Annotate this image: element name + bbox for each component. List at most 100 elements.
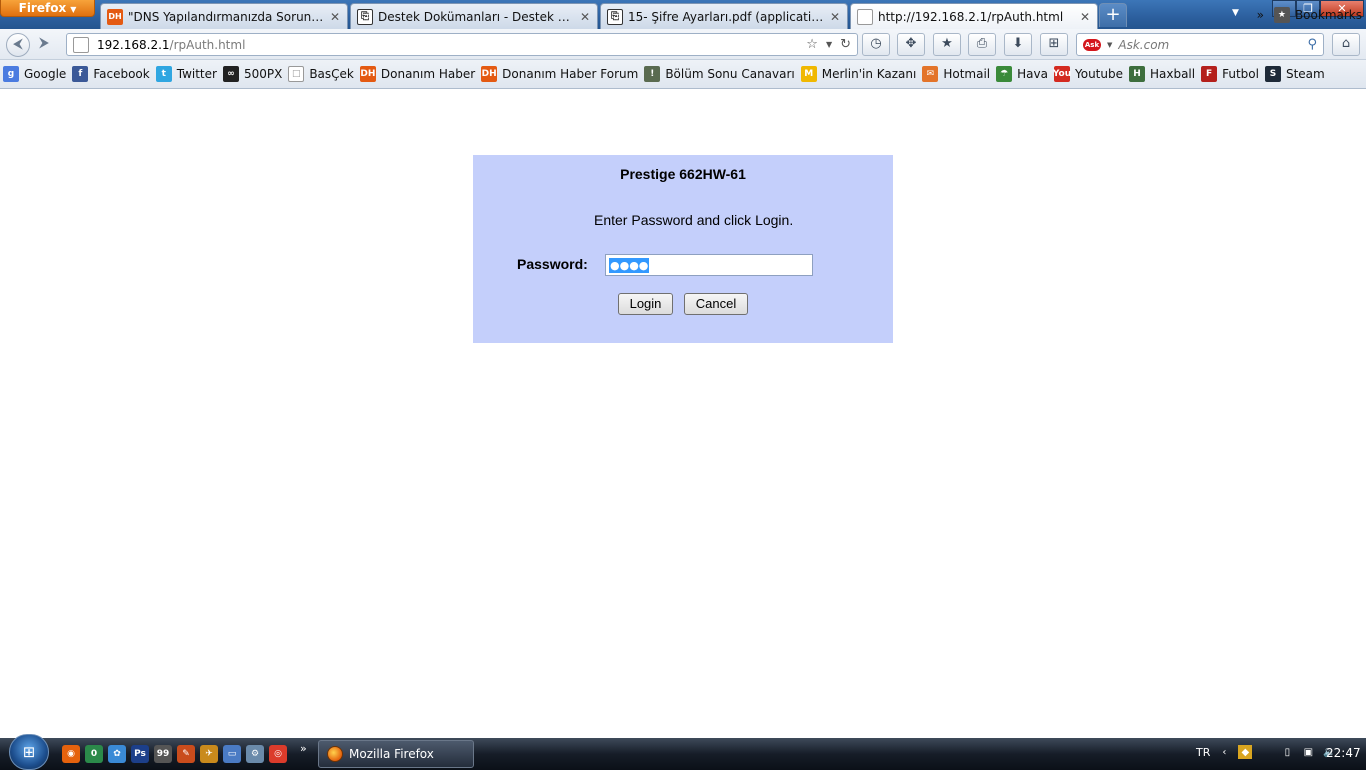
tab-list-icon[interactable]: ▼ bbox=[1232, 8, 1239, 18]
page-favicon-icon bbox=[857, 8, 873, 25]
new-tab-button[interactable]: + bbox=[1099, 3, 1127, 27]
bookmark-favicon-icon: H bbox=[1128, 66, 1145, 82]
tab-close-icon[interactable]: ✕ bbox=[579, 10, 591, 24]
login-panel: Prestige 662HW-61 Enter Password and cli… bbox=[473, 155, 893, 343]
firefox-icon bbox=[327, 746, 343, 762]
bookmark-item[interactable]: □ BasÇek bbox=[288, 66, 354, 82]
bookmark-item[interactable]: t Twitter bbox=[155, 66, 217, 82]
navigation-toolbar: ⮜ ⮞ 192.168.2.1 /rpAuth.html ☆ ▼ ↻ ◷ ✥ ★… bbox=[0, 29, 1366, 60]
tab-dns[interactable]: DH "DNS Yapılandırmanızda Sorun Olabil..… bbox=[100, 3, 348, 29]
back-button[interactable]: ⮜ bbox=[6, 33, 30, 57]
bookmark-favicon-icon: F bbox=[1201, 66, 1218, 82]
bookmark-item[interactable]: You Youtube bbox=[1053, 66, 1123, 82]
app-icon[interactable]: ✎ bbox=[177, 745, 195, 763]
bookmarks-menu-button[interactable]: ★ Bookmarks bbox=[1273, 7, 1362, 23]
bookmark-label: 500PX bbox=[243, 67, 283, 81]
firefox-menu-label: Firefox bbox=[18, 1, 67, 15]
bookmark-item[interactable]: f Facebook bbox=[72, 66, 150, 82]
bookmark-item[interactable]: S Steam bbox=[1264, 66, 1325, 82]
forward-button[interactable]: ⮞ bbox=[33, 33, 55, 57]
bookmark-item[interactable]: F Futbol bbox=[1201, 66, 1259, 82]
app-icon[interactable]: 0 bbox=[85, 745, 103, 763]
desktop-icon[interactable]: ▭ bbox=[223, 745, 241, 763]
url-path: /rpAuth.html bbox=[169, 37, 246, 52]
bookmark-label: Merlin'in Kazanı bbox=[821, 67, 917, 81]
chrome-icon[interactable]: ◎ bbox=[269, 745, 287, 763]
search-bar[interactable]: Ask ▼ Ask.com ⚲ bbox=[1076, 33, 1324, 56]
system-tray: TR ‹ ◆ ▯ ▣ 🔈 bbox=[1196, 745, 1336, 759]
bookmarks-star-icon: ★ bbox=[1273, 7, 1290, 23]
counter-icon[interactable]: 99 bbox=[154, 745, 172, 763]
language-indicator[interactable]: TR bbox=[1196, 746, 1210, 759]
home-icon[interactable]: ⌂ bbox=[1332, 33, 1360, 56]
history-icon[interactable]: ◷ bbox=[862, 33, 890, 56]
firefox-icon[interactable]: ◉ bbox=[62, 745, 80, 763]
donanimhaber-favicon-icon: DH bbox=[107, 8, 123, 25]
tray-expand-icon[interactable]: ‹ bbox=[1217, 745, 1231, 759]
photoshop-icon[interactable]: Ps bbox=[131, 745, 149, 763]
start-button[interactable]: ⊞ bbox=[9, 734, 49, 770]
password-label: Password: bbox=[517, 256, 588, 272]
bookmark-favicon-icon: ✉ bbox=[922, 66, 939, 82]
search-input[interactable]: Ask.com bbox=[1118, 38, 1301, 52]
bookmark-item[interactable]: DH Donanım Haber Forum bbox=[481, 66, 638, 82]
device-title: Prestige 662HW-61 bbox=[620, 166, 746, 182]
password-field[interactable]: ●●●● bbox=[605, 254, 813, 276]
tab-close-icon[interactable]: ✕ bbox=[829, 10, 841, 24]
print-icon[interactable]: ⎙ bbox=[968, 33, 996, 56]
login-instructions: Enter Password and click Login. bbox=[594, 212, 794, 228]
bookmark-favicon-icon: S bbox=[1264, 66, 1281, 82]
bookmark-item[interactable]: ✉ Hotmail bbox=[922, 66, 990, 82]
bookmark-favicon-icon: f bbox=[72, 66, 89, 82]
bookmark-favicon-icon: □ bbox=[288, 66, 305, 82]
bookmark-item[interactable]: M Merlin'in Kazanı bbox=[800, 66, 917, 82]
tab-close-icon[interactable]: ✕ bbox=[1079, 10, 1091, 24]
download-icon[interactable]: ⬇ bbox=[1004, 33, 1032, 56]
firefox-menu-button[interactable]: Firefox ▼ bbox=[0, 0, 95, 17]
url-bar[interactable]: 192.168.2.1 /rpAuth.html ☆ ▼ ↻ bbox=[66, 33, 858, 56]
clock[interactable]: 22:47 bbox=[1326, 746, 1361, 760]
app-icon[interactable]: ⚙ bbox=[246, 745, 264, 763]
taskbar-window-label: Mozilla Firefox bbox=[349, 747, 434, 761]
bookmark-item[interactable]: ☂ Hava bbox=[996, 66, 1048, 82]
document-favicon-icon: ⎘ bbox=[607, 8, 623, 25]
picasa-icon[interactable]: ✿ bbox=[108, 745, 126, 763]
bookmarks-overflow-icon[interactable]: » bbox=[1257, 8, 1264, 22]
bookmark-item[interactable]: ǃ Bölüm Sonu Canavarı bbox=[644, 66, 795, 82]
reload-icon[interactable]: ↻ bbox=[840, 37, 851, 52]
cancel-button[interactable]: Cancel bbox=[684, 293, 748, 315]
bookmark-label: Bölüm Sonu Canavarı bbox=[665, 67, 795, 81]
tray-app-icon[interactable]: ◆ bbox=[1238, 745, 1253, 759]
bookmarks-panel-icon[interactable]: ★ bbox=[933, 33, 961, 56]
bookmarks-menu-label: Bookmarks bbox=[1294, 8, 1362, 22]
tab-pdf[interactable]: ⎘ 15- Şifre Ayarları.pdf (application/pd… bbox=[600, 3, 848, 29]
star-bookmark-icon[interactable]: ☆ bbox=[806, 37, 818, 52]
password-value: ●●●● bbox=[609, 257, 650, 273]
quick-launch-more-icon[interactable]: » bbox=[300, 742, 307, 755]
search-icon[interactable]: ⚲ bbox=[1307, 37, 1317, 52]
bookmark-item[interactable]: ∞ 500PX bbox=[222, 66, 283, 82]
tab-close-icon[interactable]: ✕ bbox=[329, 10, 341, 24]
dropdown-arrow-icon[interactable]: ▼ bbox=[826, 40, 832, 49]
new-window-icon[interactable]: ⊞ bbox=[1040, 33, 1068, 56]
bookmark-item[interactable]: H Haxball bbox=[1128, 66, 1196, 82]
tab-label: "DNS Yapılandırmanızda Sorun Olabil... bbox=[128, 9, 324, 24]
taskbar-firefox-window[interactable]: Mozilla Firefox bbox=[318, 740, 474, 768]
bookmark-label: Donanım Haber Forum bbox=[502, 67, 639, 81]
bookmark-label: BasÇek bbox=[309, 67, 354, 81]
tray-app-icon[interactable]: ▯ bbox=[1280, 745, 1294, 759]
quick-launch: ◉ 0 ✿ Ps 99 ✎ ✈ ▭ ⚙ ◎ bbox=[62, 745, 287, 763]
login-button[interactable]: Login bbox=[618, 293, 673, 315]
search-engine-dropdown-icon[interactable]: ▼ bbox=[1107, 41, 1112, 49]
tab-destek[interactable]: ⎘ Destek Dokümanları - Destek - AirTie..… bbox=[350, 3, 598, 29]
network-icon[interactable]: ▣ bbox=[1301, 745, 1315, 759]
bookmark-favicon-icon: DH bbox=[359, 66, 376, 82]
tab-label: http://192.168.2.1/rpAuth.html bbox=[878, 9, 1064, 24]
app-icon[interactable]: ✈ bbox=[200, 745, 218, 763]
move-icon[interactable]: ✥ bbox=[897, 33, 925, 56]
bookmark-item[interactable]: g Google bbox=[3, 66, 66, 82]
tab-rpauth[interactable]: http://192.168.2.1/rpAuth.html ✕ bbox=[850, 3, 1098, 29]
bookmark-label: Haxball bbox=[1149, 67, 1196, 81]
caret-down-icon: ▼ bbox=[70, 5, 77, 14]
bookmark-item[interactable]: DH Donanım Haber bbox=[359, 66, 475, 82]
